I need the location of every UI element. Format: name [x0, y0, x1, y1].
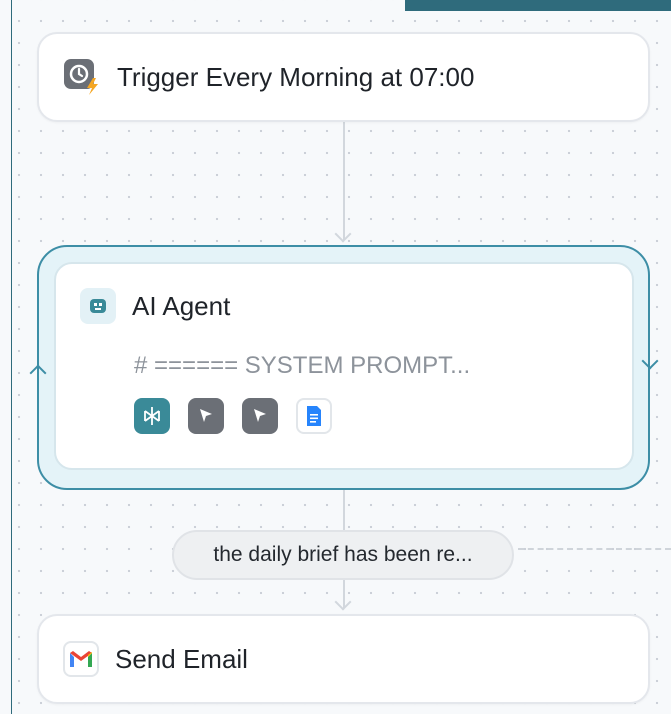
clock-bolt-icon — [63, 58, 101, 96]
left-panel-edge — [11, 0, 12, 714]
google-docs-icon[interactable] — [296, 398, 332, 434]
connector-arrow-icon — [334, 225, 352, 243]
agent-header: AI Agent — [80, 288, 230, 324]
agent-title: AI Agent — [132, 290, 231, 321]
perplexity-tool-icon[interactable] — [134, 398, 170, 434]
send-email-title: Send Email — [115, 643, 248, 674]
ai-agent-node[interactable]: AI Agent # ====== SYSTEM PROMPT... — [54, 262, 634, 470]
agent-tools — [134, 398, 332, 434]
trigger-node[interactable]: Trigger Every Morning at 07:00 — [37, 32, 650, 122]
connector-arrow-icon — [334, 593, 352, 611]
send-email-node[interactable]: Send Email — [37, 614, 650, 704]
agent-prompt-preview: # ====== SYSTEM PROMPT... — [134, 352, 471, 379]
connector-line — [343, 122, 345, 240]
condition-label[interactable]: the daily brief has been re... — [172, 530, 514, 580]
robot-icon — [80, 288, 116, 324]
branch-dashed-line — [518, 548, 671, 550]
cursor-tool-icon[interactable] — [242, 398, 278, 434]
trigger-title: Trigger Every Morning at 07:00 — [117, 61, 475, 92]
cursor-tool-icon[interactable] — [188, 398, 224, 434]
top-toolbar-edge — [405, 0, 671, 11]
gmail-icon — [63, 641, 99, 677]
